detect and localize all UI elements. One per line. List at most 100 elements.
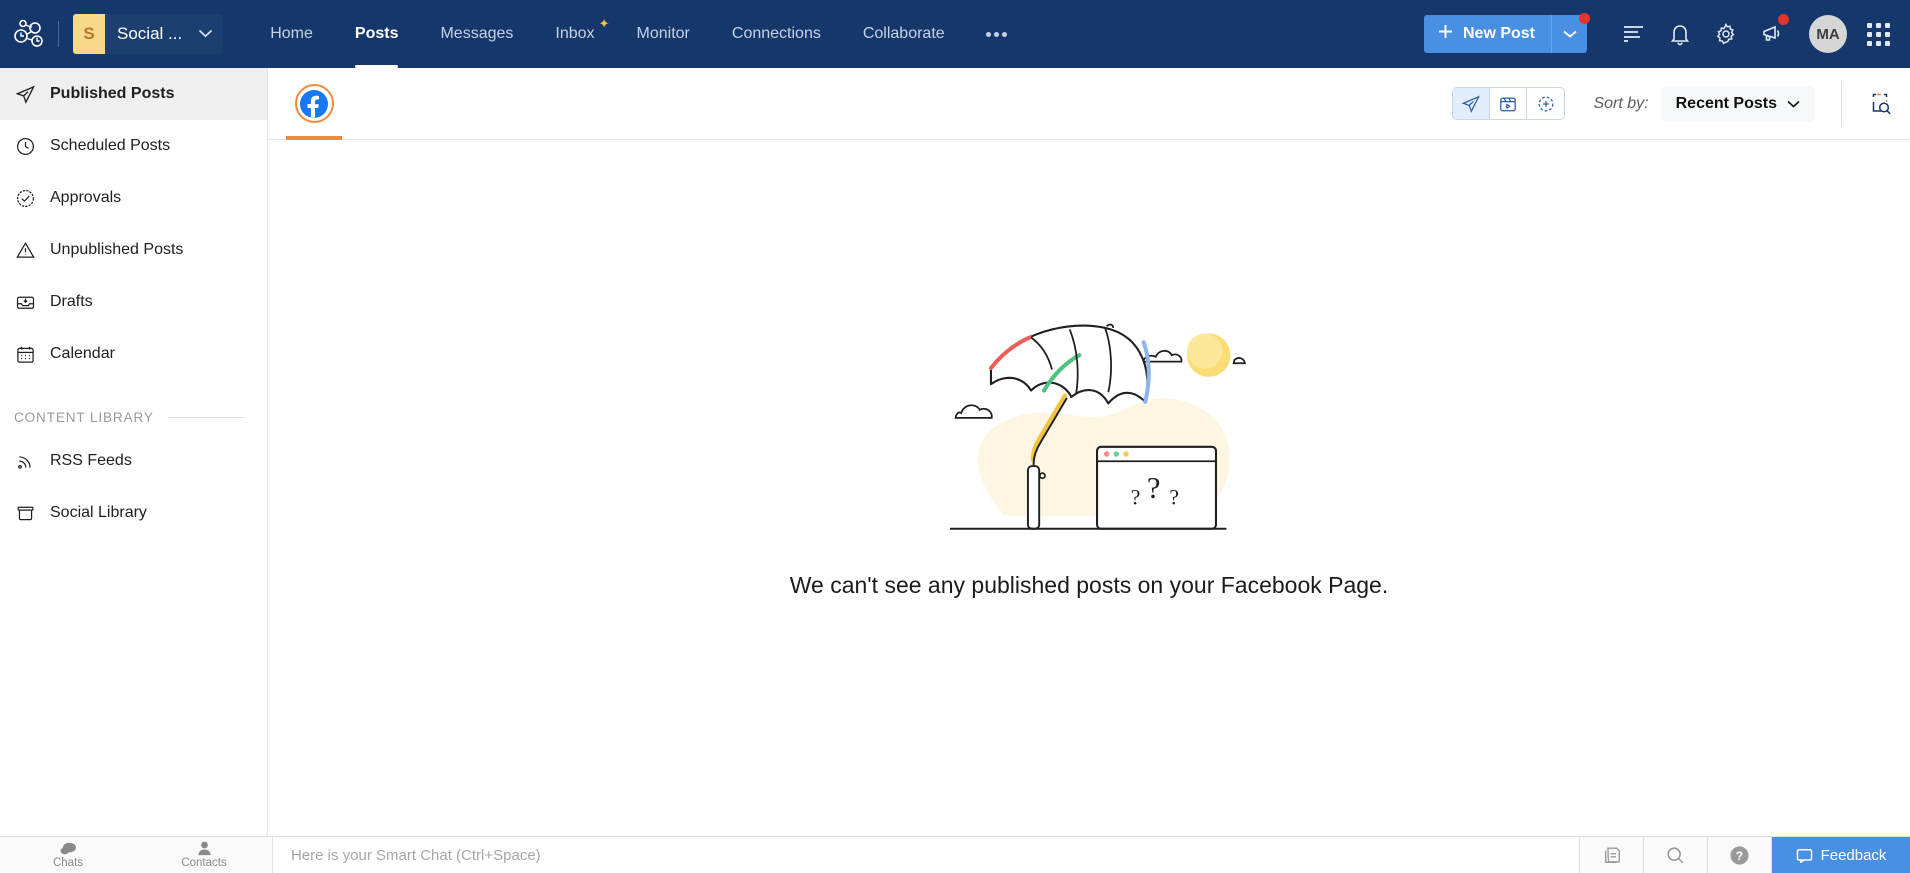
main-content: Sort by: Recent Posts ? ? ? We can't see… xyxy=(268,68,1910,836)
check-circle-icon xyxy=(14,189,36,208)
megaphone-badge xyxy=(1778,14,1789,25)
top-right-actions: New Post MA xyxy=(1423,0,1910,68)
sidebar-item-scheduled-posts[interactable]: Scheduled Posts xyxy=(0,120,267,172)
svg-text:?: ? xyxy=(1131,486,1141,510)
zoho-social-logo-icon xyxy=(14,19,43,47)
sort-by-value: Recent Posts xyxy=(1675,94,1777,112)
channel-ring xyxy=(294,84,334,123)
empty-state-message: We can't see any published posts on your… xyxy=(789,572,1389,598)
nav-item-connections[interactable]: Connections xyxy=(711,0,842,68)
sidebar-item-drafts[interactable]: Drafts xyxy=(0,276,267,328)
nav-item-inbox[interactable]: Inbox ✦ xyxy=(534,0,615,68)
nav-item-monitor[interactable]: Monitor xyxy=(616,0,711,68)
sidebar-item-label: Calendar xyxy=(50,345,115,362)
left-sidebar: Published Posts Scheduled Posts Approval… xyxy=(0,68,268,836)
bell-icon[interactable] xyxy=(1657,0,1703,68)
brand-selector[interactable]: S Social ... xyxy=(73,14,224,54)
feedback-button[interactable]: Feedback xyxy=(1772,837,1910,873)
channel-toolbar: Sort by: Recent Posts xyxy=(268,68,1910,140)
nav-label: Home xyxy=(270,25,313,42)
channel-tab-facebook[interactable] xyxy=(275,68,353,140)
sidebar-item-label: Published Posts xyxy=(50,85,175,102)
nav-item-collaborate[interactable]: Collaborate xyxy=(842,0,966,68)
sidebar-section-content-library: CONTENT LIBRARY xyxy=(0,380,267,435)
toolbar-right: Sort by: Recent Posts xyxy=(1452,80,1910,127)
facebook-icon xyxy=(300,89,328,118)
smart-chat-placeholder: Here is your Smart Chat (Ctrl+Space) xyxy=(291,846,541,864)
new-post-main[interactable]: New Post xyxy=(1423,15,1551,53)
megaphone-icon[interactable] xyxy=(1749,0,1795,68)
nav-item-home[interactable]: Home xyxy=(249,0,334,68)
sidebar-item-approvals[interactable]: Approvals xyxy=(0,172,267,224)
stories-view-icon[interactable] xyxy=(1527,88,1564,119)
top-navigation-bar: S Social ... Home Posts Messages Inbox ✦… xyxy=(0,0,1910,68)
apps-grid-icon[interactable] xyxy=(1867,22,1890,46)
sparkle-icon: ✦ xyxy=(598,16,610,31)
sidebar-item-published-posts[interactable]: Published Posts xyxy=(0,68,267,120)
posts-view-icon[interactable] xyxy=(1453,88,1491,119)
nav-label: Collaborate xyxy=(862,25,945,42)
sidebar-item-label: Drafts xyxy=(50,293,93,310)
chat-bubbles-icon xyxy=(59,842,76,854)
svg-text:?: ? xyxy=(1147,471,1161,505)
post-search-icon[interactable] xyxy=(1864,91,1910,117)
avatar[interactable]: MA xyxy=(1809,15,1847,53)
umbrella-browser-questions-illustration: ? ? ? xyxy=(949,323,1246,530)
bottom-tab-label: Chats xyxy=(52,856,84,869)
notes-icon[interactable] xyxy=(1580,837,1644,873)
nav-label: Posts xyxy=(354,25,399,42)
sidebar-item-social-library[interactable]: Social Library xyxy=(0,487,267,539)
help-icon[interactable]: ? xyxy=(1708,837,1772,873)
archive-box-icon xyxy=(14,504,36,523)
nav-label: Messages xyxy=(440,25,514,42)
sidebar-item-rss-feeds[interactable]: RSS Feeds xyxy=(0,435,267,487)
paper-plane-icon xyxy=(14,85,36,104)
reels-view-icon[interactable] xyxy=(1490,88,1528,119)
bottom-tab-chats[interactable]: Chats xyxy=(0,837,136,873)
more-options-icon[interactable] xyxy=(966,31,1027,37)
section-divider xyxy=(167,417,245,418)
brand-name: Social ... xyxy=(117,24,183,43)
new-post-button[interactable]: New Post xyxy=(1423,13,1590,53)
svg-text:?: ? xyxy=(1169,486,1179,510)
empty-state: ? ? ? We can't see any published posts o… xyxy=(268,140,1910,835)
nav-label: Connections xyxy=(731,25,821,42)
svg-text:?: ? xyxy=(1736,848,1743,862)
toolbar-divider xyxy=(1841,80,1842,127)
new-post-badge xyxy=(1579,13,1590,24)
nav-label: Monitor xyxy=(636,25,690,42)
sidebar-item-unpublished-posts[interactable]: Unpublished Posts xyxy=(0,224,267,276)
chevron-down-icon xyxy=(198,25,213,43)
calendar-icon xyxy=(14,345,36,364)
view-toggle-group xyxy=(1452,87,1566,120)
plus-icon xyxy=(1437,23,1454,45)
sidebar-item-label: RSS Feeds xyxy=(50,452,132,469)
help-glyph: ? xyxy=(1730,845,1749,865)
tasks-icon[interactable] xyxy=(1611,0,1657,68)
gear-icon[interactable] xyxy=(1703,0,1749,68)
sort-by-label: Sort by: xyxy=(1593,94,1649,112)
search-icon[interactable] xyxy=(1644,837,1708,873)
logo-divider xyxy=(58,21,59,47)
warning-triangle-icon xyxy=(14,241,36,260)
sidebar-item-label: Approvals xyxy=(50,189,122,206)
feedback-label: Feedback xyxy=(1820,846,1887,864)
sort-by-dropdown[interactable]: Recent Posts xyxy=(1660,85,1815,122)
clock-icon xyxy=(14,137,36,156)
inbox-tray-icon xyxy=(14,293,36,312)
feedback-chat-icon xyxy=(1796,848,1812,863)
person-icon xyxy=(197,841,211,856)
sidebar-item-label: Scheduled Posts xyxy=(50,137,171,154)
rss-icon xyxy=(14,452,36,471)
new-post-label: New Post xyxy=(1462,25,1535,42)
smart-chat-input[interactable]: Here is your Smart Chat (Ctrl+Space) xyxy=(272,837,1580,873)
bottom-tab-contacts[interactable]: Contacts xyxy=(136,837,272,873)
sidebar-item-label: Social Library xyxy=(50,504,147,521)
nav-item-posts[interactable]: Posts xyxy=(334,0,420,68)
bottom-tab-label: Contacts xyxy=(181,857,227,869)
app-logo[interactable] xyxy=(0,19,58,49)
sidebar-item-calendar[interactable]: Calendar xyxy=(0,328,267,380)
sidebar-item-label: Unpublished Posts xyxy=(50,241,184,258)
brand-badge: S xyxy=(73,14,105,54)
nav-item-messages[interactable]: Messages xyxy=(419,0,534,68)
